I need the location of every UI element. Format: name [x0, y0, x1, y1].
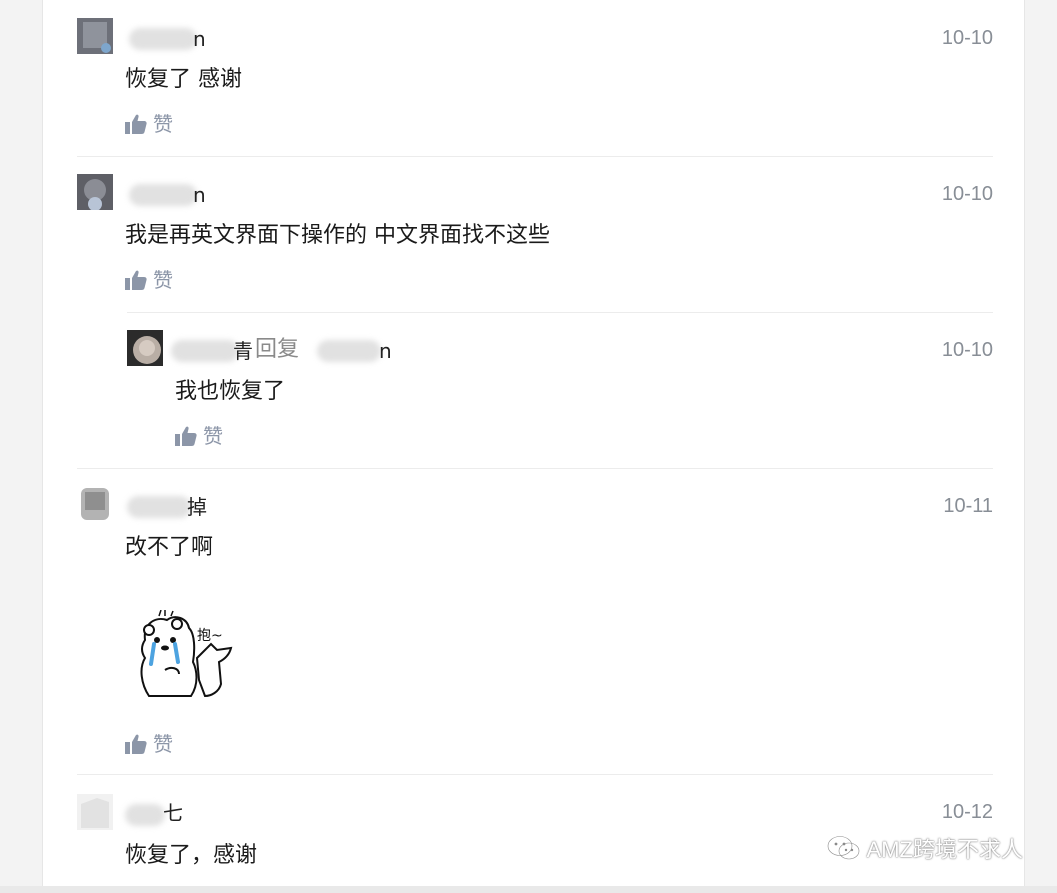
comments-panel: n 10-10 恢复了 感谢 赞 n 10-10 我是再英文界面下操作的 中文界…: [42, 0, 1025, 893]
comment-item: n 10-10 恢复了 感谢 赞: [77, 18, 993, 158]
thumbs-up-icon: [175, 426, 197, 446]
reply-target-blurred: [317, 340, 381, 362]
avatar[interactable]: [127, 330, 163, 366]
like-label: 赞: [153, 268, 173, 292]
like-button[interactable]: 赞: [125, 268, 173, 292]
reply-divider: [127, 312, 993, 313]
comment-text: 恢复了 感谢: [125, 67, 242, 92]
thumbs-up-icon: [125, 114, 147, 134]
like-button[interactable]: 赞: [125, 112, 173, 136]
comment-item: 掉 10-11 改不了啊 抱~ 赞: [77, 486, 993, 776]
comment-text: 恢复了，感谢: [125, 843, 258, 868]
wechat-icon: [826, 835, 860, 860]
author-name-blurred: [127, 496, 191, 518]
comment-divider: [77, 156, 993, 157]
comment-date: 10-11: [943, 495, 993, 517]
like-label: 赞: [153, 112, 173, 136]
like-label: 赞: [203, 424, 223, 448]
comment-date: 10-10: [941, 27, 993, 49]
thumbs-up-icon: [125, 270, 147, 290]
comments-page: n 10-10 恢复了 感谢 赞 n 10-10 我是再英文界面下操作的 中文界…: [0, 0, 1057, 893]
comment-date: 10-10: [941, 183, 993, 205]
sticker-text: 抱~: [197, 628, 223, 644]
comment-text: 我是再英文界面下操作的 中文界面找不这些: [125, 223, 550, 248]
comment-divider: [77, 468, 993, 469]
comment-divider: [77, 774, 993, 775]
watermark-text: AMZ跨境不求人: [866, 837, 1023, 862]
reply-item: 青 回复 n 10-10 我也恢复了 赞: [127, 330, 993, 470]
author-name-blurred: [129, 184, 197, 206]
crying-bear-sticker[interactable]: 抱~: [135, 609, 235, 702]
author-name[interactable]: n: [193, 184, 206, 206]
watermark: AMZ跨境不求人: [826, 832, 1023, 864]
reply-date: 10-10: [941, 339, 993, 361]
author-name[interactable]: 掉: [187, 496, 207, 518]
avatar[interactable]: [77, 174, 113, 210]
thumbs-up-icon: [125, 734, 147, 754]
comment-date: 10-12: [941, 801, 993, 823]
like-button[interactable]: 赞: [175, 424, 223, 448]
avatar[interactable]: [77, 18, 113, 54]
reply-label: 回复: [255, 337, 300, 362]
author-name-blurred: [171, 340, 239, 362]
reply-text: 我也恢复了: [175, 379, 286, 404]
comment-item: n 10-10 我是再英文界面下操作的 中文界面找不这些 赞: [77, 174, 993, 314]
author-name-blurred: [125, 804, 165, 826]
bottom-edge: [0, 886, 1057, 893]
like-label: 赞: [153, 732, 173, 756]
author-name[interactable]: 青: [233, 340, 253, 362]
avatar[interactable]: [77, 486, 113, 522]
reply-target-name[interactable]: n: [379, 340, 392, 362]
author-name[interactable]: n: [193, 28, 206, 50]
comment-text: 改不了啊: [125, 535, 214, 560]
avatar[interactable]: [77, 794, 113, 830]
like-button[interactable]: 赞: [125, 732, 173, 756]
author-name[interactable]: 七: [163, 802, 183, 824]
author-name-blurred: [129, 28, 197, 50]
